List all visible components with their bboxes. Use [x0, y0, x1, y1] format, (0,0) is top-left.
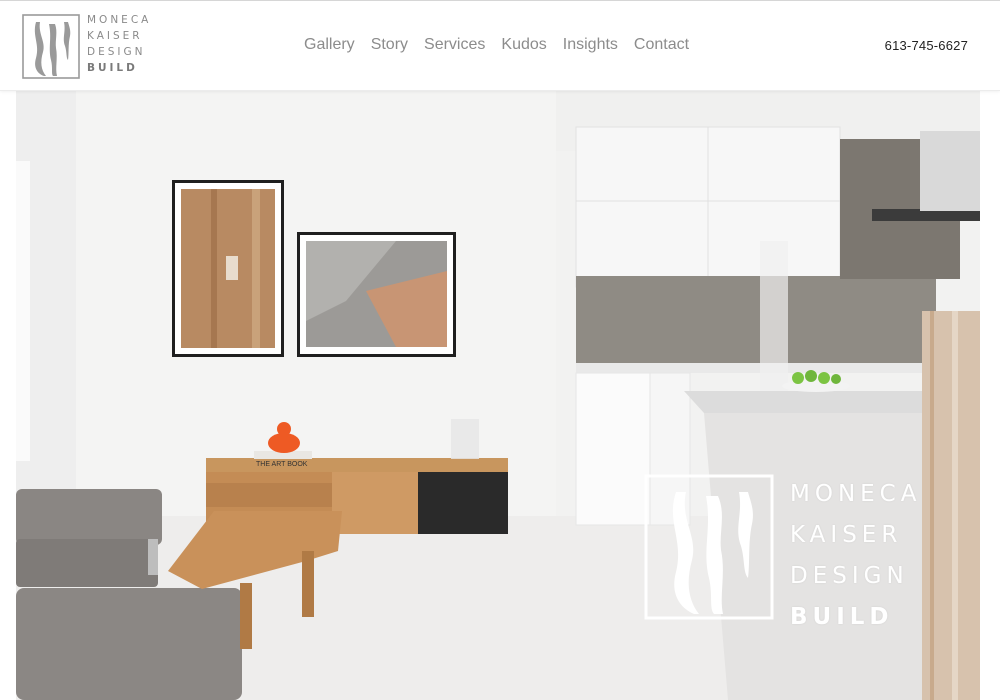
overlay-word-3: DESIGN [790, 563, 909, 589]
overlay-logo-mark-icon [644, 474, 774, 620]
overlay-word-build: BUILD [790, 604, 894, 630]
overlay-word-2: KAISER [790, 522, 903, 548]
logo-word-3: DESIGN [87, 46, 146, 58]
art-book-title: THE ART BOOK [256, 461, 308, 468]
nav-contact[interactable]: Contact [634, 34, 689, 56]
overlay-wordmark: MONECA KAISER DESIGN BUILD [790, 474, 930, 638]
nav-services[interactable]: Services [424, 34, 485, 56]
nav-insights[interactable]: Insights [563, 34, 618, 56]
main-nav: Gallery Story Services Kudos Insights Co… [304, 34, 705, 56]
logo-mark-icon [22, 14, 80, 79]
nav-kudos[interactable]: Kudos [501, 34, 546, 56]
overlay-word-1: MONECA [790, 481, 922, 507]
logo-word-build: BUILD [87, 62, 138, 74]
framed-art-right [297, 232, 456, 357]
brand-logo[interactable]: MONECA KAISER DESIGN BUILD [22, 12, 152, 84]
nav-gallery[interactable]: Gallery [304, 34, 355, 56]
logo-word-2: KAISER [87, 30, 143, 42]
logo-wordmark: MONECA KAISER DESIGN BUILD [87, 12, 152, 76]
phone-number-link[interactable]: 613-745-6627 [868, 37, 968, 55]
nav-story[interactable]: Story [371, 34, 408, 56]
site-header: MONECA KAISER DESIGN BUILD Gallery Story… [0, 0, 1000, 91]
hero-image: THE ART BOOK MONECA KAISER DESIGN BUILD [16, 91, 980, 700]
framed-art-left [172, 180, 284, 357]
logo-word-1: MONECA [87, 14, 152, 26]
hero-overlay-logo: MONECA KAISER DESIGN BUILD [644, 474, 919, 630]
